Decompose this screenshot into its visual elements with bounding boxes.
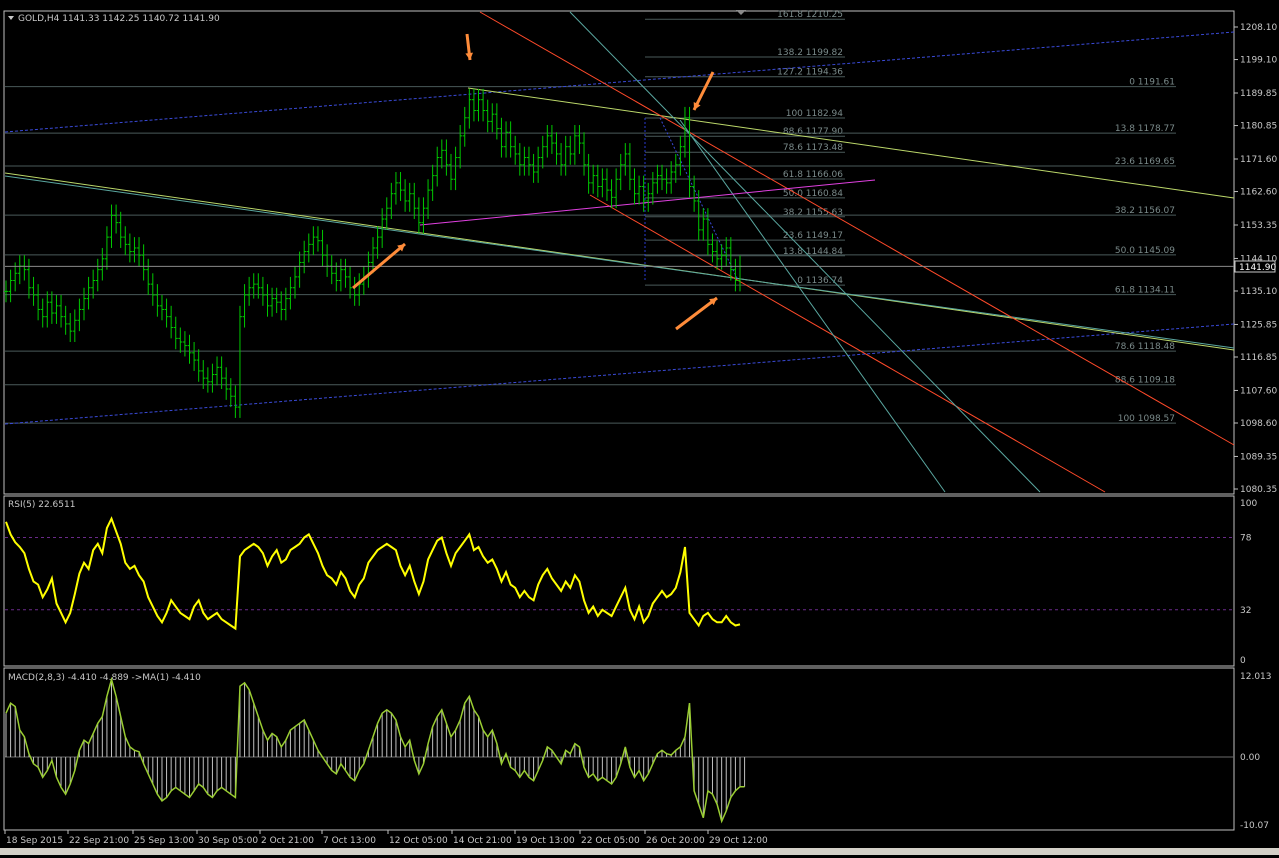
fib-level-label: 78.6 1173.48 (783, 143, 843, 153)
macd-level-label: 12.013 (1240, 672, 1272, 682)
fib-level-label: 23.6 1169.65 (1115, 157, 1175, 167)
macd-level-label: -10.07 (1240, 821, 1269, 831)
macd-signal-line (5, 676, 745, 824)
rsi-level-label: 100 (1240, 499, 1257, 509)
arrow-shaft (675, 296, 718, 331)
fib-level-label: 88.6 1177.90 (783, 127, 843, 137)
price-tick-label: 1135.10 (1240, 287, 1277, 297)
trendline (589, 194, 1106, 493)
fib-level-label: 61.8 1134.11 (1115, 286, 1175, 296)
time-tick-label: 12 Oct 05:00 (389, 836, 448, 846)
fib-level-label: 100 1182.94 (786, 109, 844, 119)
fib-level-label: 88.6 1109.18 (1115, 376, 1175, 386)
time-tick-label: 30 Sep 05:00 (198, 836, 258, 846)
price-tick-label: 1116.85 (1240, 353, 1277, 363)
fib-level-label: 0 1191.61 (1129, 78, 1175, 88)
fib-level-label: 61.8 1166.06 (783, 170, 843, 180)
price-candles (4, 88, 1234, 418)
fib-level-label: 127.2 1194.36 (777, 68, 843, 78)
fib-level-label: 138.2 1199.82 (777, 48, 843, 58)
trendlines (4, 11, 1235, 493)
price-tick-label: 1199.10 (1240, 56, 1277, 66)
current-price-label: 1141.90 (1239, 263, 1276, 273)
price-tick-label: 1107.60 (1240, 386, 1277, 396)
macd-indicator: 12.013 0.00 -10.07 (5, 672, 1272, 831)
price-tick-label: 1208.10 (1240, 23, 1277, 33)
fib-level-label: 38.2 1156.07 (1115, 206, 1175, 216)
fibonacci-levels: 161.8 1210.25 138.2 1199.82 127.2 1194.36 1… (5, 10, 1176, 424)
fib-level-label: 78.6 1118.48 (1115, 342, 1175, 352)
trendline (569, 11, 1041, 493)
price-tick-label: 1125.85 (1240, 320, 1277, 330)
time-tick-label: 25 Sep 13:00 (134, 836, 194, 846)
price-pane-frame (3, 10, 1235, 495)
rsi-indicator: 100 78 32 0 (5, 499, 1257, 666)
price-tick-label: 1171.60 (1240, 155, 1277, 165)
price-tick-label: 1180.85 (1240, 122, 1277, 132)
rsi-line (5, 516, 741, 631)
time-tick-label: 2 Oct 21:00 (261, 836, 314, 846)
macd-pane-frame (3, 667, 1235, 831)
trendline (479, 11, 1235, 446)
price-tick-label: 1080.35 (1240, 485, 1277, 495)
time-tick-label: 22 Sep 21:00 (69, 836, 129, 846)
time-axis: 18 Sep 2015 22 Sep 21:00 25 Sep 13:00 30 Se… (4, 830, 768, 846)
fib-level-label: 13.8 1178.77 (1115, 124, 1175, 134)
price-tick-label: 1098.60 (1240, 419, 1277, 429)
macd-header: MACD(2,8,3) -4.410 -4.889 ->MA(1) -4.410 (8, 673, 201, 683)
symbol-header: GOLD,H4 1141.33 1142.25 1140.72 1141.90 (18, 14, 220, 24)
time-tick-label: 26 Oct 20:00 (646, 836, 705, 846)
time-tick-label: 22 Oct 05:00 (581, 836, 640, 846)
bottom-tab-strip[interactable] (0, 848, 1279, 855)
trendline (4, 31, 1235, 133)
price-axis: 1208.10 1199.10 1189.85 1180.85 1171.60 1162.… (1234, 23, 1277, 495)
price-tick-label: 1189.85 (1240, 89, 1277, 99)
price-tick-label: 1162.60 (1240, 188, 1277, 198)
trendline (4, 175, 1235, 349)
fib-level-label: 50.0 1145.09 (1115, 246, 1175, 256)
price-tick-label: 1153.35 (1240, 221, 1277, 231)
chart-canvas[interactable]: 161.8 1210.25 138.2 1199.82 127.2 1194.36 1… (0, 0, 1279, 855)
fib-level-label: 23.6 1149.17 (783, 231, 843, 241)
rsi-level-label: 0 (1240, 656, 1246, 666)
macd-level-label: 0.00 (1240, 753, 1260, 763)
fib-level-label: 161.8 1210.25 (777, 10, 843, 20)
fib-level-label: 38.2 1155.63 (783, 208, 843, 218)
time-tick-label: 14 Oct 21:00 (453, 836, 512, 846)
time-tick-label: 19 Oct 13:00 (516, 836, 575, 846)
fib-level-label: 50.0 1160.84 (783, 189, 843, 199)
rsi-header: RSI(5) 22.6511 (8, 500, 75, 510)
rsi-level-label: 78 (1240, 534, 1252, 544)
chart-window[interactable]: 161.8 1210.25 138.2 1199.82 127.2 1194.36 1… (0, 0, 1279, 855)
fib-level-label: 100 1098.57 (1118, 414, 1175, 424)
rsi-level-label: 32 (1240, 606, 1251, 616)
shift-marker-icon[interactable] (736, 10, 746, 15)
trendline (419, 179, 876, 226)
time-tick-label: 18 Sep 2015 (6, 836, 63, 846)
price-tick-label: 1089.35 (1240, 452, 1277, 462)
time-tick-label: 29 Oct 12:00 (709, 836, 768, 846)
time-tick-label: 7 Oct 13:00 (323, 836, 376, 846)
menu-triangle-icon[interactable] (8, 16, 14, 20)
rsi-pane-frame (3, 495, 1235, 667)
